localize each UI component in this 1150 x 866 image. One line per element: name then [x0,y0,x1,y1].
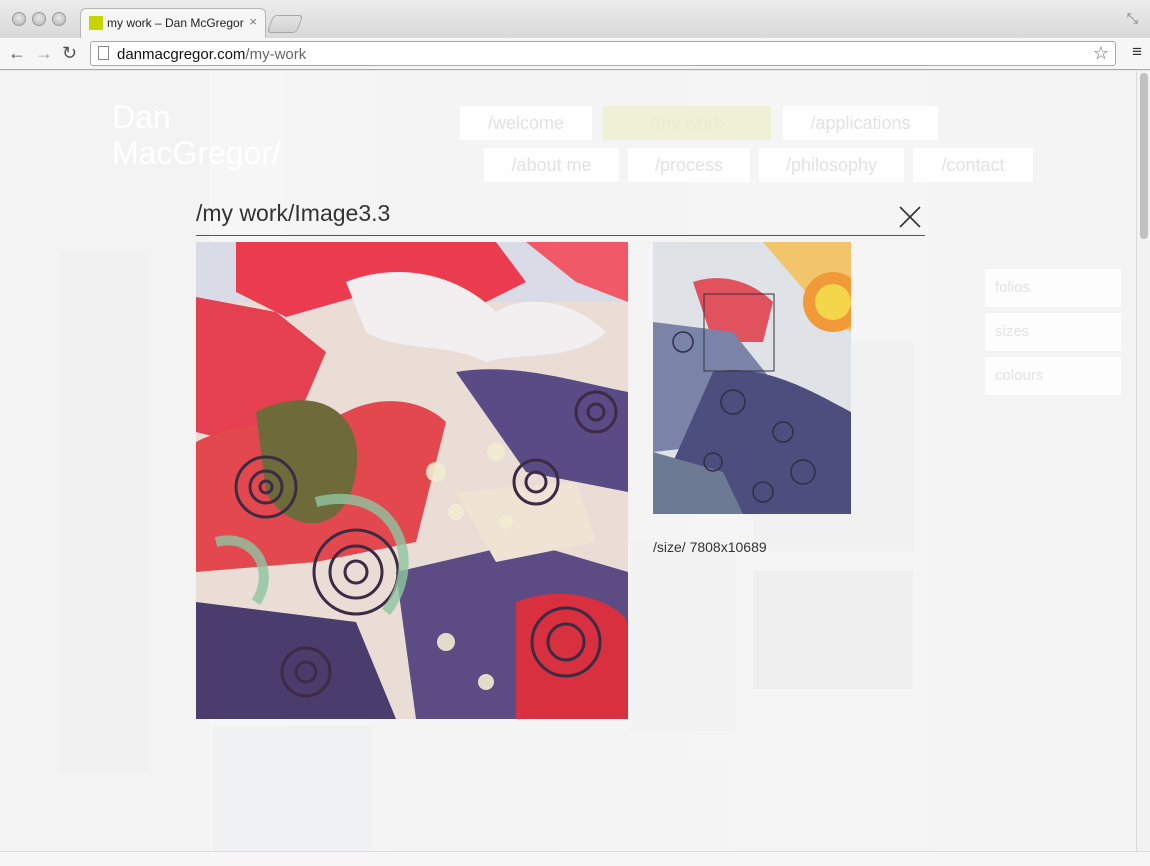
nav-my-work[interactable]: /my work [603,106,771,140]
nav-about-me[interactable]: /about me [484,148,619,182]
nav-welcome[interactable]: /welcome [460,106,592,140]
side-menu-sizes[interactable]: sizes [985,313,1121,351]
forward-arrow-icon[interactable]: → [35,42,53,64]
site-favicon-icon [89,16,103,30]
page-content: Dan MacGregor/ /welcome /my work /applic… [0,71,1150,851]
address-bar[interactable]: danmacgregor.com/my-work ☆ [90,41,1116,66]
site-logo[interactable]: Dan MacGregor/ [112,99,281,171]
page-icon [98,46,109,60]
side-menu-colours[interactable]: colours [985,357,1121,395]
window-minimize-button[interactable] [32,12,46,26]
vertical-scrollbar[interactable] [1136,71,1150,851]
browser-titlebar: my work – Dan McGregor × ⤡ [0,0,1150,38]
fullscreen-icon[interactable]: ⤡ [1127,10,1138,27]
nav-philosophy[interactable]: /philosophy [759,148,904,182]
horizontal-scrollbar[interactable] [0,851,1150,866]
nav-contact[interactable]: /contact [913,148,1033,182]
side-menu-folios[interactable]: folios [985,269,1121,307]
close-icon[interactable] [897,204,923,230]
artwork-overview-thumbnail[interactable] [653,242,851,514]
new-tab-button[interactable] [266,15,304,33]
nav-applications[interactable]: /applications [783,106,938,140]
modal-title: /my work/Image3.3 [196,200,391,226]
tab-title: my work – Dan McGregor [107,16,244,30]
browser-tab[interactable]: my work – Dan McGregor × [80,8,266,38]
window-close-button[interactable] [12,12,26,26]
url-text[interactable]: danmacgregor.com/my-work [117,46,306,63]
reload-icon[interactable]: ↻ [62,42,77,64]
browser-toolbar: ← → ↻ danmacgregor.com/my-work ☆ ≡ [0,38,1150,70]
artwork-detail-image [196,242,628,719]
tab-close-icon[interactable]: × [249,14,257,29]
browser-menu-icon[interactable]: ≡ [1132,42,1142,62]
bookmark-star-icon[interactable]: ☆ [1093,43,1109,64]
image-size: /size/ 7808x10689 [653,539,767,555]
window-zoom-button[interactable] [52,12,66,26]
scrollbar-thumb[interactable] [1140,73,1148,239]
back-arrow-icon[interactable]: ← [8,42,26,64]
modal-title-divider [196,235,925,236]
nav-process[interactable]: /process [628,148,750,182]
